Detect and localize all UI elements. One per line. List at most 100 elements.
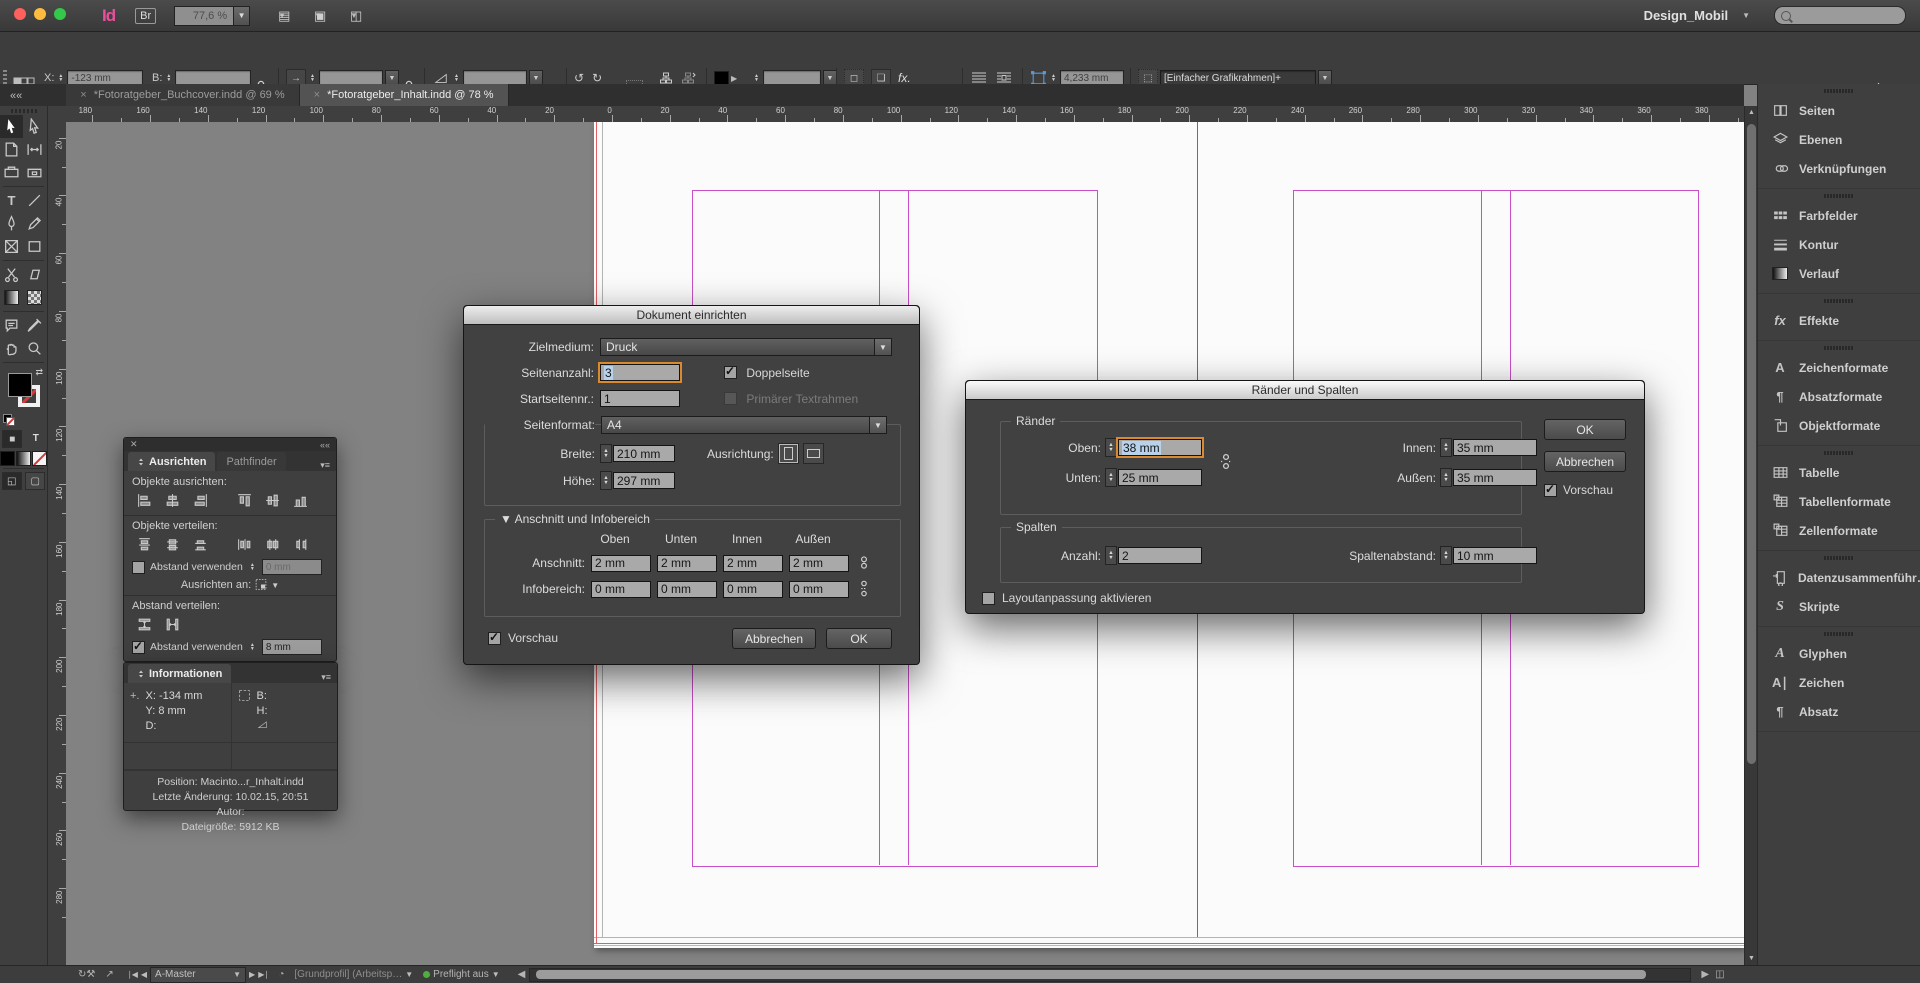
share-icon[interactable]: ↗: [105, 969, 113, 980]
normal-view-mode-button[interactable]: ◱: [2, 472, 22, 490]
distribute-right-button[interactable]: [288, 535, 312, 554]
dock-item-character[interactable]: A∣Zeichen: [1758, 668, 1920, 697]
pages-field[interactable]: 3: [600, 364, 680, 381]
scroll-right-icon[interactable]: ▶: [1701, 969, 1709, 980]
vertical-scrollbar[interactable]: ▲ ▼: [1744, 106, 1757, 965]
distribute-bottom-button[interactable]: [188, 535, 212, 554]
close-window-icon[interactable]: [14, 8, 26, 20]
dock-item-swatches[interactable]: Farbfelder: [1758, 201, 1920, 230]
preflight-profile-dropdown[interactable]: [Grundprofil] (Arbeitsp…▼: [294, 969, 413, 980]
slug-outside-field[interactable]: 0 mm: [789, 581, 849, 598]
toolbox-drag-handle[interactable]: [11, 109, 37, 113]
dialog-title[interactable]: Ränder und Spalten: [966, 381, 1644, 400]
close-tab-icon[interactable]: ×: [314, 89, 320, 101]
distribute-left-button[interactable]: [232, 535, 256, 554]
use-spacing2-checkbox[interactable]: [132, 641, 145, 654]
workspace-switcher[interactable]: Design_Mobil: [1644, 8, 1729, 23]
panel-menu-icon[interactable]: ▾≡: [321, 672, 337, 683]
preflight-clock-icon[interactable]: ◔: [278, 969, 284, 980]
margin-bottom-field[interactable]: 25 mm: [1118, 469, 1202, 486]
vertical-ruler[interactable]: 20406080100120140160180200220240260280: [48, 122, 67, 965]
doc-height-field[interactable]: 297 mm: [613, 472, 675, 489]
cancel-button[interactable]: Abbrechen: [1544, 451, 1626, 472]
bridge-button[interactable]: Br: [135, 8, 156, 24]
bleed-outside-field[interactable]: 2 mm: [789, 555, 849, 572]
scroll-down-icon[interactable]: ▼: [1745, 952, 1758, 965]
uniform-margins-icon[interactable]: [1219, 450, 1233, 472]
view-options-button[interactable]: ▤▼: [278, 11, 286, 20]
uniform-bleed-icon[interactable]: [857, 552, 871, 574]
dock-item-table[interactable]: Tabelle: [1758, 458, 1920, 487]
uniform-slug-icon[interactable]: [857, 578, 871, 600]
height-stepper[interactable]: ▲▼: [600, 471, 612, 490]
distribute-center-vertical-button[interactable]: [160, 535, 184, 554]
align-left-button[interactable]: [132, 491, 156, 510]
start-page-field[interactable]: 1: [600, 390, 680, 407]
dock-group-handle[interactable]: [1824, 299, 1854, 303]
panel-menu-icon[interactable]: ▾≡: [320, 460, 336, 471]
gap-tool[interactable]: [23, 138, 46, 161]
formatting-affects-container-button[interactable]: ■: [2, 430, 22, 448]
dock-item-datamerge[interactable]: Datenzusammenführ…: [1758, 563, 1920, 592]
bleed-top-field[interactable]: 2 mm: [591, 555, 651, 572]
dock-group-handle[interactable]: [1824, 194, 1854, 198]
dock-item-scripts[interactable]: SSkripte: [1758, 592, 1920, 621]
tab-pathfinder[interactable]: Pathfinder: [217, 452, 285, 471]
chevron-down-icon[interactable]: ▼: [1742, 11, 1750, 20]
landscape-button[interactable]: [803, 443, 824, 464]
align-center-vertical-button[interactable]: [260, 491, 284, 510]
margin-top-field[interactable]: 38 mm: [1118, 439, 1202, 456]
preview-checkbox[interactable]: [1544, 484, 1557, 497]
previous-page-icon[interactable]: ◀: [141, 970, 147, 979]
gradient-tool[interactable]: [0, 286, 23, 309]
type-tool[interactable]: T: [0, 189, 23, 212]
doc-width-field[interactable]: 210 mm: [613, 445, 675, 462]
scroll-left-icon[interactable]: ◀: [518, 969, 526, 980]
content-collector-tool[interactable]: [0, 161, 23, 184]
default-fill-stroke-icon[interactable]: [3, 414, 14, 425]
margin-inside-field[interactable]: 35 mm: [1453, 439, 1537, 456]
bleed-inside-field[interactable]: 2 mm: [723, 555, 783, 572]
dock-item-pages[interactable]: Seiten: [1758, 96, 1920, 125]
column-count-stepper[interactable]: ▲▼: [1105, 546, 1117, 565]
align-bottom-button[interactable]: [288, 491, 312, 510]
use-spacing-checkbox[interactable]: [132, 561, 145, 574]
dialog-title[interactable]: Dokument einrichten: [464, 306, 919, 325]
dock-item-objstyles[interactable]: Objektformate: [1758, 411, 1920, 440]
collapse-panel-icon[interactable]: ««: [320, 440, 330, 450]
horizontal-scroll-thumb[interactable]: [536, 970, 1646, 979]
swap-fill-stroke-icon[interactable]: ⇄: [35, 367, 43, 378]
selection-tool[interactable]: [0, 115, 23, 138]
frame-tool[interactable]: [0, 235, 23, 258]
dock-item-links[interactable]: Verknüpfungen: [1758, 154, 1920, 183]
horizontal-scrollbar[interactable]: [529, 968, 1691, 982]
bleed-bottom-field[interactable]: 2 mm: [657, 555, 717, 572]
apply-none-button[interactable]: [32, 451, 47, 466]
dock-item-paragraph[interactable]: ¶Absatz: [1758, 697, 1920, 726]
zoom-tool[interactable]: [23, 337, 46, 360]
dock-item-fx[interactable]: fxEffekte: [1758, 306, 1920, 335]
gutter-stepper[interactable]: ▲▼: [1440, 546, 1452, 565]
horizontal-ruler[interactable]: 1801601401201008060402002040608010012014…: [48, 106, 1744, 123]
vertical-scroll-thumb[interactable]: [1747, 124, 1756, 764]
document-tab[interactable]: ×*Fotoratgeber_Buchcover.indd @ 69 %: [66, 84, 299, 106]
fill-color-swatch[interactable]: [8, 373, 32, 397]
rectangle-tool[interactable]: [23, 235, 46, 258]
spacing2-field[interactable]: 8 mm: [262, 639, 322, 655]
facing-pages-checkbox[interactable]: [724, 366, 737, 379]
align-center-horizontal-button[interactable]: [160, 491, 184, 510]
page-format-dropdown[interactable]: A4▼: [601, 416, 887, 434]
margin-bottom-stepper[interactable]: ▲▼: [1105, 468, 1117, 487]
sync-settings-icon[interactable]: ↻⚒: [78, 969, 95, 980]
hand-tool[interactable]: [0, 337, 23, 360]
spacing-stepper[interactable]: ▲▼: [248, 559, 257, 575]
dock-group-handle[interactable]: [1824, 632, 1854, 636]
distribute-top-button[interactable]: [132, 535, 156, 554]
tab-ausrichten[interactable]: Ausrichten: [128, 452, 215, 471]
screen-mode-button[interactable]: ▣▼: [314, 11, 322, 20]
close-tab-icon[interactable]: ×: [80, 89, 86, 101]
effects-menu-button[interactable]: fx.: [898, 71, 911, 85]
dock-item-gradient[interactable]: Verlauf: [1758, 259, 1920, 288]
margin-outside-field[interactable]: 35 mm: [1453, 469, 1537, 486]
chevron-right-icon[interactable]: ▶: [731, 74, 737, 83]
